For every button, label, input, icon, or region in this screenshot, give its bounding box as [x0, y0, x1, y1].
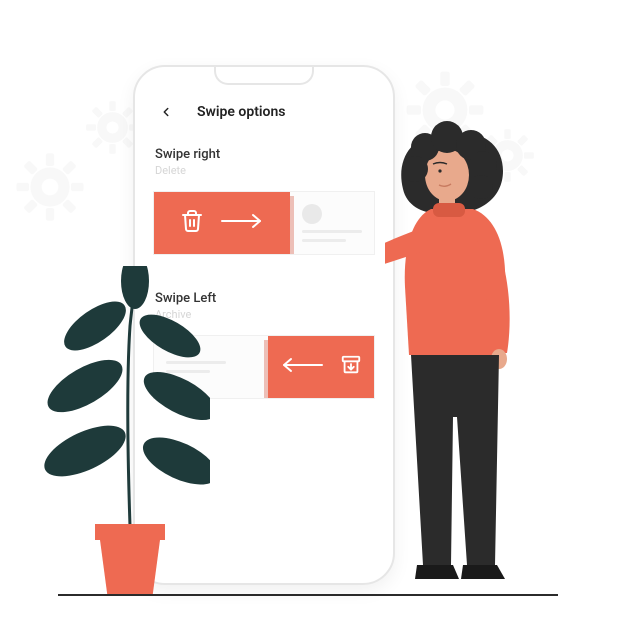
person-illustration	[385, 117, 565, 587]
swipe-left-subtitle: Archive	[153, 308, 375, 321]
ground-line	[58, 594, 558, 596]
screen-header: Swipe options	[153, 103, 375, 121]
gear-icon	[480, 128, 535, 183]
chevron-left-icon	[159, 105, 173, 119]
text-placeholder	[166, 361, 226, 364]
text-placeholder	[302, 239, 346, 242]
text-placeholder	[302, 230, 362, 233]
swipe-right-row[interactable]	[153, 191, 375, 255]
text-placeholder	[166, 370, 210, 373]
swipe-right-title: Swipe right	[153, 147, 375, 162]
swipe-right-action[interactable]	[154, 192, 290, 254]
trash-icon	[180, 209, 204, 237]
phone-notch	[214, 67, 314, 85]
archive-icon	[340, 354, 362, 380]
back-button[interactable]	[157, 103, 175, 121]
gear-icon	[85, 100, 140, 155]
gear-icon	[15, 152, 85, 222]
plant-pot	[95, 524, 165, 594]
list-item-preview	[290, 192, 374, 254]
gear-icon	[405, 70, 485, 150]
arrow-right-icon	[220, 212, 264, 234]
avatar-placeholder	[302, 204, 322, 224]
phone-frame: Swipe options Swipe right Delete Swipe L…	[133, 65, 395, 585]
page-title: Swipe options	[197, 104, 285, 120]
list-item-preview	[154, 336, 268, 398]
swipe-left-action[interactable]	[268, 336, 374, 398]
swipe-left-title: Swipe Left	[153, 291, 375, 306]
arrow-left-icon	[280, 356, 324, 378]
swipe-right-subtitle: Delete	[153, 164, 375, 177]
swipe-left-row[interactable]	[153, 335, 375, 399]
